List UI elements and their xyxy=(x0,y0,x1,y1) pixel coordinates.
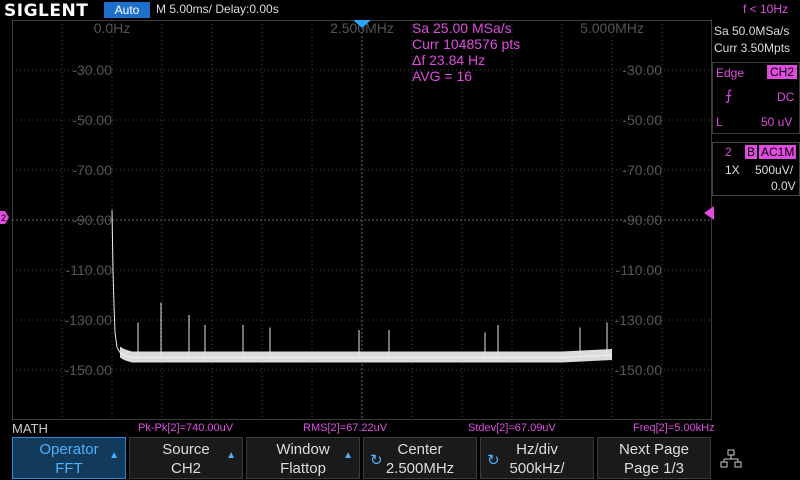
softkey-value: 500kHz/ xyxy=(509,460,565,477)
y-tick-label: -30.00 xyxy=(622,62,662,78)
measurement-rms: RMS[2]=67.22uV xyxy=(303,422,388,434)
softkey-menu: Operator FFT ▲ Source CH2 ▲ Window Flatt… xyxy=(0,437,800,480)
softkey-label: Center xyxy=(397,441,443,458)
x-tick-label: 5.000MHz xyxy=(580,20,644,36)
y-tick-labels-left: -30.00 -50.00 -70.00 -90.00 -110.00 -130.00 -1… xyxy=(65,62,113,378)
rising-edge-icon: ⨍ xyxy=(725,87,733,103)
x-tick-label: 0.0Hz xyxy=(94,20,131,36)
softkey-value: CH2 xyxy=(170,460,201,477)
trigger-source: CH2 xyxy=(767,65,798,79)
fft-resolution: Δf 23.84 Hz xyxy=(412,52,485,68)
measurement-pkpk: Pk-Pk[2]=740.00uV xyxy=(138,422,234,434)
next-page-button[interactable]: Next Page Page 1/3 xyxy=(597,437,711,479)
y-tick-label: -50.00 xyxy=(622,112,662,128)
network-icon xyxy=(720,449,742,474)
trigger-coupling: DC xyxy=(777,90,795,104)
channel-number: 2 xyxy=(725,145,732,159)
channel-info-box[interactable]: 2 B AC1M 1X 500uV/ 0.0V xyxy=(712,142,800,196)
y-tick-label: -30.00 xyxy=(72,62,112,78)
timebase-readout: M 5.00ms/ Delay:0.00s xyxy=(156,2,279,16)
softkey-value: 2.500MHz xyxy=(385,460,455,477)
window-button[interactable]: Window Flattop ▲ xyxy=(246,437,360,479)
hz-per-div-button[interactable]: ↻ Hz/div 500kHz/ xyxy=(480,437,594,479)
fft-plot: -30.00 -50.00 -70.00 -90.00 -110.00 -130.00 -1… xyxy=(11,19,713,421)
y-tick-label: -150.00 xyxy=(65,362,113,378)
math-label: MATH xyxy=(12,421,48,436)
waveform-grid[interactable]: -30.00 -50.00 -70.00 -90.00 -110.00 -130.00 -1… xyxy=(11,19,713,421)
trigger-level-label: L xyxy=(716,115,723,129)
channel-offset: 0.0V xyxy=(771,179,796,193)
math-measurement-bar: MATH Pk-Pk[2]=740.00uV RMS[2]=67.22uV St… xyxy=(0,420,800,438)
y-tick-label: -70.00 xyxy=(622,162,662,178)
trigger-type: Edge xyxy=(716,66,745,80)
fft-spurs xyxy=(137,302,608,358)
softkey-label: Next Page xyxy=(618,441,690,458)
fft-sample-rate: Sa 25.00 MSa/s xyxy=(412,20,512,36)
y-tick-label: -90.00 xyxy=(72,212,112,228)
measurement-stdev: Stdev[2]=67.09uV xyxy=(468,422,556,434)
y-tick-label: -130.00 xyxy=(65,312,113,328)
fft-points: Curr 1048576 pts xyxy=(412,36,520,52)
source-button[interactable]: Source CH2 ▲ xyxy=(129,437,243,479)
y-tick-label: -90.00 xyxy=(622,212,662,228)
y-tick-label: -50.00 xyxy=(72,112,112,128)
acq-memory-depth: Curr 3.50Mpts xyxy=(714,41,791,55)
y-tick-labels-right: -30.00 -50.00 -70.00 -90.00 -110.00 -130.00 -1… xyxy=(615,62,663,378)
softkey-value: Page 1/3 xyxy=(623,460,685,477)
trigger-info-box[interactable]: Edge CH2 ⨍ DC L 50 uV xyxy=(712,62,800,134)
menu-arrow-icon: ▲ xyxy=(109,450,119,461)
brand-logo: SIGLENT xyxy=(4,1,89,21)
channel-ref-marker-left[interactable]: 2 xyxy=(0,211,9,224)
softkey-label: Hz/div xyxy=(516,441,558,458)
fft-averages: AVG = 16 xyxy=(412,68,472,84)
measurement-frequency: Freq[2]=5.00kHz xyxy=(633,422,715,434)
softkey-value: FFT xyxy=(55,460,83,477)
probe-attenuation: 1X xyxy=(725,163,740,177)
channel-coupling: AC1M xyxy=(759,145,797,159)
menu-arrow-icon: ▲ xyxy=(226,450,236,461)
trigger-mode-badge[interactable]: Auto xyxy=(104,2,150,18)
y-tick-label: -130.00 xyxy=(615,312,663,328)
y-tick-label: -110.00 xyxy=(66,262,113,278)
volts-per-div: 500uV/ xyxy=(755,163,794,177)
trigger-frequency: f < 10Hz xyxy=(742,2,788,16)
menu-arrow-icon: ▲ xyxy=(343,450,353,461)
softkey-value: Flattop xyxy=(280,460,326,477)
center-frequency-button[interactable]: ↻ Center 2.500MHz xyxy=(363,437,477,479)
fft-noise-floor xyxy=(120,346,612,363)
svg-text:2: 2 xyxy=(1,213,6,223)
operator-button[interactable]: Operator FFT ▲ xyxy=(12,437,126,479)
y-tick-label: -110.00 xyxy=(616,262,663,278)
y-tick-label: -150.00 xyxy=(615,362,663,378)
bandwidth-limit-badge: B xyxy=(745,145,758,159)
top-status-bar: SIGLENT Auto M 5.00ms/ Delay:0.00s f < 1… xyxy=(0,0,800,21)
trigger-level: 50 uV xyxy=(761,115,793,129)
acq-sample-rate: Sa 50.0MSa/s xyxy=(714,24,790,38)
y-tick-label: -70.00 xyxy=(72,162,112,178)
x-tick-labels: 0.0Hz2.500MHz5.000MHz xyxy=(94,20,644,36)
